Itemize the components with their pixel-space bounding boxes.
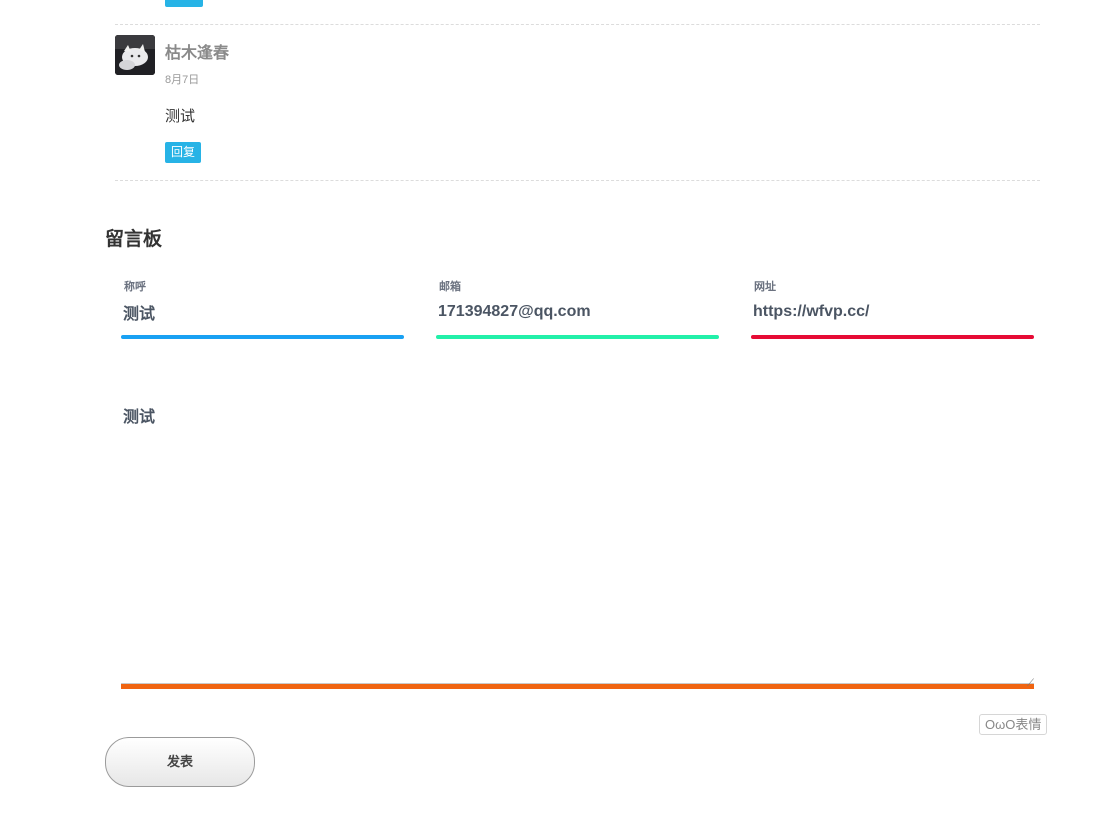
- comment-date: 8月7日: [165, 74, 200, 86]
- url-input[interactable]: [751, 301, 1038, 323]
- email-field-group: 邮箱: [436, 278, 723, 339]
- comment-author[interactable]: 枯木逢春: [165, 39, 229, 63]
- avatar: [115, 35, 155, 75]
- url-field-group: 网址: [751, 278, 1038, 339]
- reply-button[interactable]: 回复: [165, 142, 202, 163]
- name-label: 称呼: [124, 281, 146, 293]
- comment-text: 测试: [165, 108, 196, 125]
- message-textarea[interactable]: 测试: [121, 395, 1038, 697]
- cat-avatar-image: [115, 35, 155, 75]
- message-underline: [121, 683, 1034, 689]
- submit-button[interactable]: 发表: [105, 737, 255, 787]
- name-underline: [121, 335, 404, 339]
- name-input[interactable]: [121, 301, 408, 323]
- comment-divider: [115, 24, 1040, 25]
- email-input[interactable]: [436, 301, 723, 323]
- resize-handle-icon[interactable]: ⟋: [1027, 679, 1034, 689]
- email-label: 邮箱: [439, 281, 461, 293]
- email-underline: [436, 335, 719, 339]
- name-field-group: 称呼: [121, 278, 408, 339]
- url-underline: [751, 335, 1034, 339]
- emoji-button[interactable]: OωO表情: [979, 714, 1048, 735]
- url-label: 网址: [754, 281, 776, 293]
- comment-page: 枯木逢春 8月7日 测试 回复 留言板 称呼 邮箱 网址 测试 ⟋ OωO表情 …: [0, 0, 1109, 824]
- message-field-group: 测试 ⟋: [121, 395, 1038, 697]
- comment-divider: [115, 180, 1040, 181]
- board-title: 留言板: [105, 229, 163, 250]
- previous-reply-button[interactable]: [165, 0, 203, 7]
